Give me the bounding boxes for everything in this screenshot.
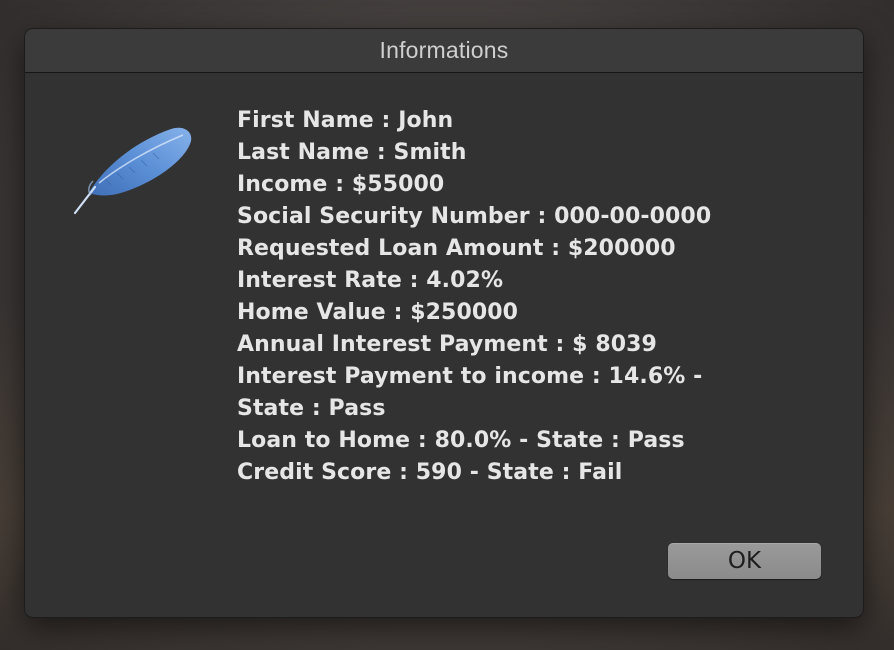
ssn-line: Social Security Number : 000-00-0000 <box>237 204 712 229</box>
loan-amount-line: Requested Loan Amount : $200000 <box>237 236 676 261</box>
last-name-line: Last Name : Smith <box>237 140 467 165</box>
info-text: First Name : John Last Name : Smith Inco… <box>237 105 757 489</box>
dialog-titlebar[interactable]: Informations <box>25 29 863 73</box>
home-value-line: Home Value : $250000 <box>237 300 519 325</box>
dialog-title: Informations <box>379 37 509 63</box>
info-dialog: Informations First Name : John Last Name… <box>24 28 864 618</box>
loan-to-home-line: Loan to Home : 80.0% - State : Pass <box>237 428 685 453</box>
first-name-line: First Name : John <box>237 108 454 133</box>
interest-state-line: State : Pass <box>237 396 386 421</box>
interest-rate-line: Interest Rate : 4.02% <box>237 268 504 293</box>
feather-icon <box>73 127 192 215</box>
annual-interest-line: Annual Interest Payment : $ 8039 <box>237 332 657 357</box>
ok-button[interactable]: OK <box>668 543 821 579</box>
income-line: Income : $55000 <box>237 172 445 197</box>
interest-to-income-line: Interest Payment to income : 14.6% - <box>237 364 703 389</box>
credit-score-line: Credit Score : 590 - State : Fail <box>237 460 623 485</box>
